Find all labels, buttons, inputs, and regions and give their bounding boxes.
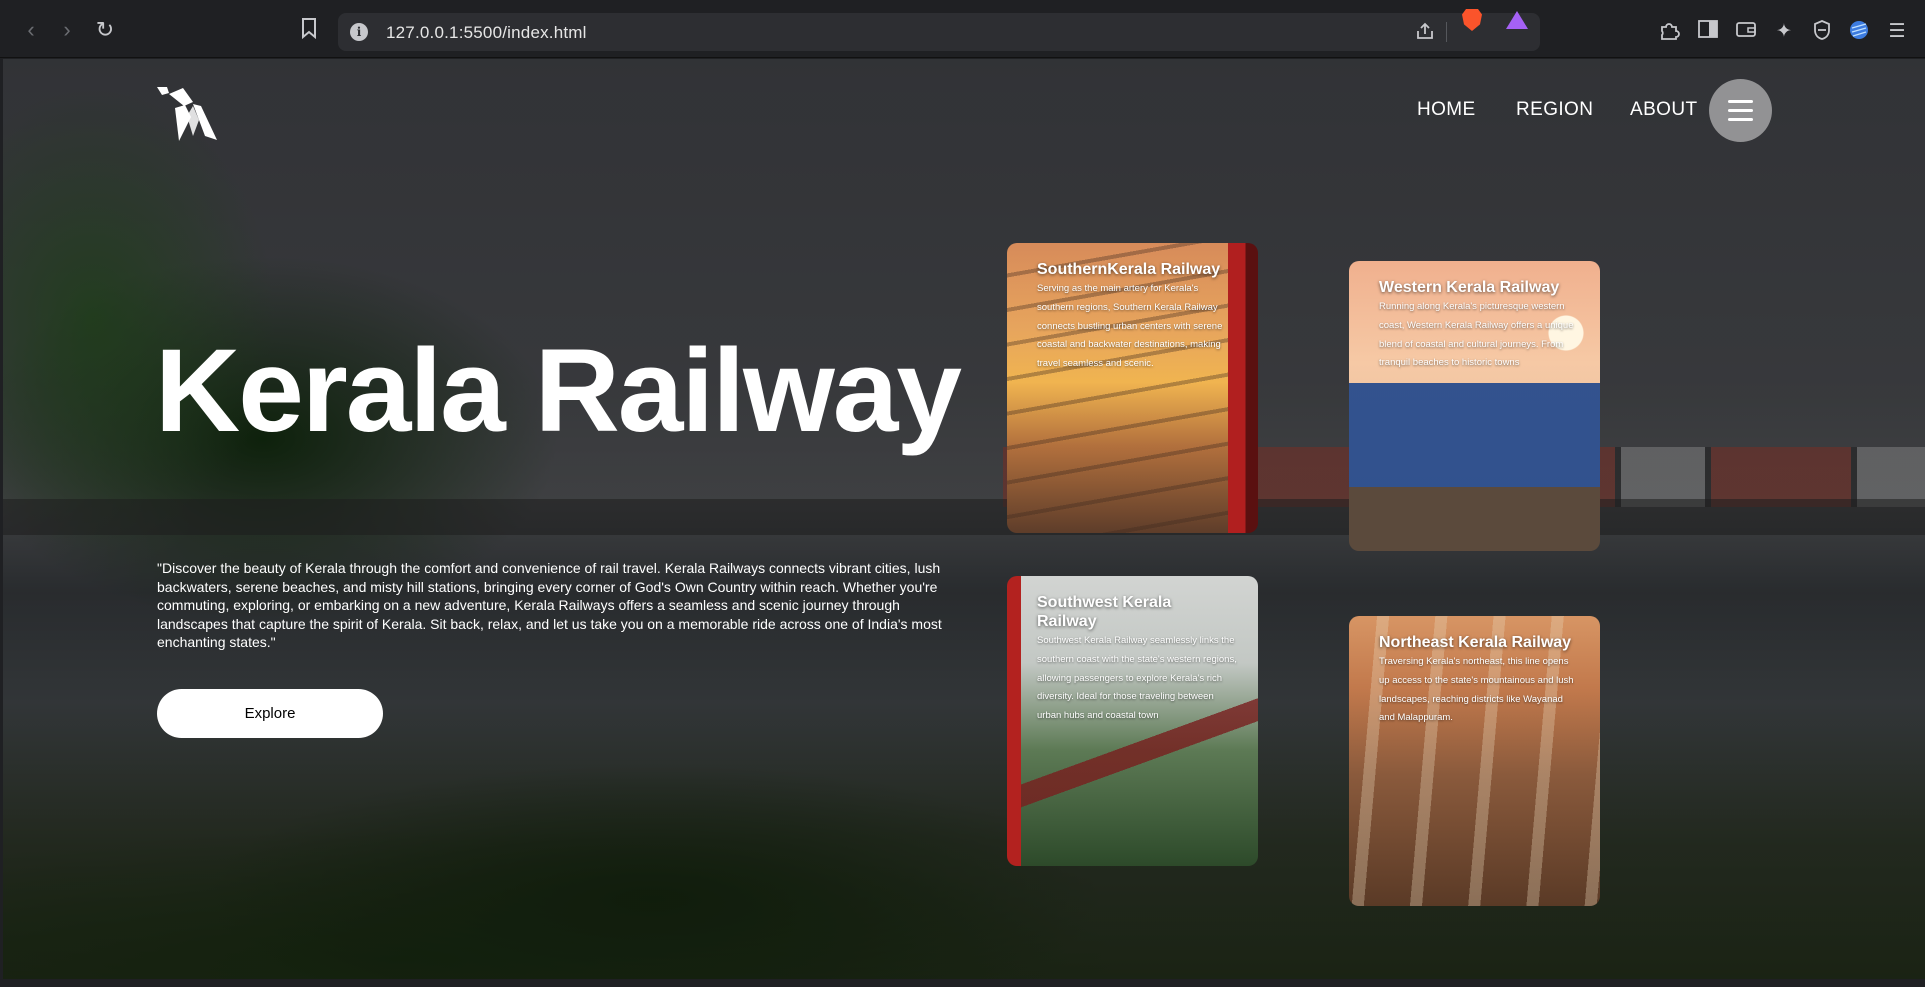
- divider: [1446, 22, 1447, 42]
- card-text: Serving as the main artery for Kerala's …: [1037, 283, 1223, 370]
- sidebar-icon[interactable]: [1695, 19, 1721, 45]
- hamburger-line: [1728, 118, 1753, 121]
- forward-icon[interactable]: ›: [54, 17, 80, 43]
- vpn-icon[interactable]: [1809, 19, 1835, 45]
- card-title: Northeast Kerala Railway: [1379, 634, 1572, 651]
- card-text: Running along Kerala's picturesque weste…: [1379, 301, 1574, 369]
- card-title: Southwest Kerala Railway: [1037, 594, 1172, 630]
- reload-icon[interactable]: ↻: [92, 17, 118, 43]
- url-text[interactable]: 127.0.0.1:5500/index.html: [386, 23, 587, 43]
- card-title: SouthernKerala Railway: [1037, 261, 1221, 278]
- region-card-southern[interactable]: SouthernKerala Railway Serving as the ma…: [1007, 243, 1258, 533]
- menu-icon[interactable]: ☰: [1884, 19, 1910, 45]
- hamburger-line: [1728, 109, 1753, 112]
- leo-ai-icon[interactable]: ✦: [1771, 19, 1797, 45]
- region-card-western[interactable]: Western Kerala Railway Running along Ker…: [1349, 261, 1600, 551]
- profile-icon[interactable]: [1846, 19, 1872, 45]
- share-icon[interactable]: [1414, 21, 1436, 43]
- hamburger-line: [1728, 100, 1753, 103]
- address-bar[interactable]: i 127.0.0.1:5500/index.html: [338, 13, 1540, 51]
- browser-toolbar: ‹ › ↻ i 127.0.0.1:5500/index.html ✦ ☰: [0, 0, 1925, 58]
- extensions-icon[interactable]: [1656, 19, 1682, 45]
- hero-description: "Discover the beauty of Kerala through t…: [157, 560, 942, 651]
- hamburger-menu-button[interactable]: [1709, 79, 1772, 142]
- bookmark-icon[interactable]: [296, 17, 322, 43]
- card-text: Traversing Kerala's northeast, this line…: [1379, 656, 1574, 724]
- region-card-northeast[interactable]: Northeast Kerala Railway Traversing Kera…: [1349, 616, 1600, 906]
- card-text: Southwest Kerala Railway seamlessly link…: [1037, 635, 1237, 722]
- brave-rewards-icon[interactable]: [1506, 11, 1528, 29]
- nav-region[interactable]: REGION: [1516, 99, 1593, 121]
- wallet-icon[interactable]: [1733, 19, 1759, 45]
- nav-home[interactable]: HOME: [1417, 99, 1476, 121]
- back-icon[interactable]: ‹: [18, 17, 44, 43]
- nav-about[interactable]: ABOUT: [1630, 99, 1697, 121]
- page-viewport: HOME REGION ABOUT Kerala Railway "Discov…: [3, 59, 1925, 979]
- background-bridge: [3, 499, 1925, 535]
- site-logo-icon[interactable]: [155, 84, 219, 142]
- site-info-icon[interactable]: i: [350, 23, 368, 41]
- card-title: Western Kerala Railway: [1379, 279, 1560, 296]
- explore-button[interactable]: Explore: [157, 689, 383, 738]
- hero-title: Kerala Railway: [155, 325, 962, 457]
- region-card-southwest[interactable]: Southwest Kerala Railway Southwest Keral…: [1007, 576, 1258, 866]
